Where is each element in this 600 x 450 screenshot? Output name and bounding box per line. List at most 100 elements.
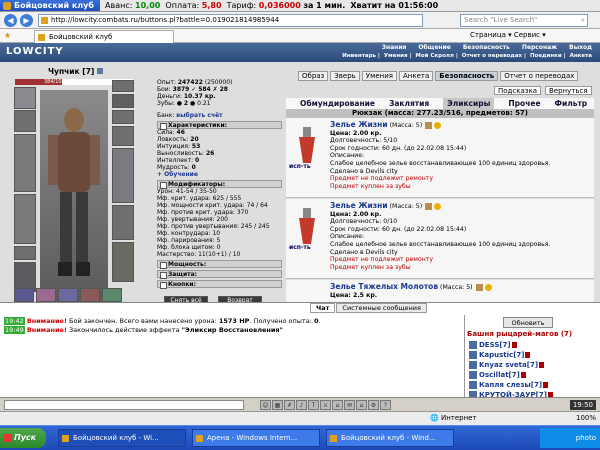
menu2-scroll[interactable]: Мой Скролл bbox=[415, 53, 454, 59]
cat-other[interactable]: Прочее bbox=[508, 98, 540, 109]
belt-slot[interactable] bbox=[14, 246, 36, 260]
helmet-slot[interactable] bbox=[14, 87, 36, 109]
forward-icon[interactable]: ▶ bbox=[20, 14, 33, 27]
ie-icon bbox=[330, 435, 337, 442]
menu-chat[interactable]: Общение bbox=[418, 44, 450, 51]
defense-header[interactable]: Защита: bbox=[157, 270, 282, 279]
necklace-slot[interactable] bbox=[112, 94, 134, 108]
tab-transfers[interactable]: Отчет о переводах bbox=[500, 71, 579, 81]
item-name[interactable]: Зелье Жизни bbox=[330, 120, 388, 129]
teeth-icon bbox=[484, 283, 492, 291]
back-icon[interactable]: ◀ bbox=[4, 14, 17, 27]
menu-knowledge[interactable]: Знания bbox=[382, 44, 407, 51]
power-header[interactable]: Мощность: bbox=[157, 260, 282, 269]
cat-equipment[interactable]: Обмундирование bbox=[300, 98, 375, 109]
start-button[interactable]: Пуск bbox=[0, 428, 46, 448]
tab-profile[interactable]: Анкета bbox=[399, 71, 434, 81]
item-name[interactable]: Зелье Жизни bbox=[330, 201, 388, 210]
map-icon[interactable]: ⌂ bbox=[332, 400, 343, 410]
cat-elixirs[interactable]: Эликсиры bbox=[443, 98, 495, 109]
refresh-button[interactable]: Обновить bbox=[503, 317, 553, 328]
taskbar-item[interactable]: Бойцовский клуб - Wi... bbox=[58, 429, 186, 447]
tarif-value: 0,036000 bbox=[258, 1, 301, 10]
armor-slot[interactable] bbox=[14, 194, 36, 244]
item-name[interactable]: Зелье Тяжелых Молотов bbox=[330, 282, 438, 291]
mod-row: Мф. парирования: 5 bbox=[157, 237, 221, 244]
weapon-right-slot[interactable] bbox=[112, 148, 134, 203]
earring-slot[interactable] bbox=[112, 80, 134, 92]
tab-security[interactable]: Безопасность bbox=[435, 71, 499, 81]
taskbar-item[interactable]: Арена - Windows Intern... bbox=[192, 429, 320, 447]
character-avatar bbox=[40, 90, 108, 305]
tab-chat[interactable]: Чат bbox=[310, 303, 336, 313]
menu2-inventory[interactable]: Инвентарь bbox=[342, 53, 376, 59]
room-players: Обновить Башня рыцарей-магов (7) DESS[7]… bbox=[464, 315, 598, 400]
tab-skills[interactable]: Умения bbox=[361, 71, 397, 81]
info-icon[interactable] bbox=[96, 68, 103, 74]
inv-slot-4[interactable] bbox=[80, 288, 100, 302]
clear-icon[interactable]: ✗ bbox=[284, 400, 295, 410]
inv-slot-3[interactable] bbox=[58, 288, 78, 302]
taskbar-item[interactable]: Бойцовский клуб - Wind... bbox=[326, 429, 454, 447]
browser-tab[interactable]: Бойцовский клуб bbox=[34, 30, 174, 43]
clan-icon bbox=[469, 341, 477, 349]
menu-security[interactable]: Безопасность bbox=[463, 44, 510, 51]
url-input[interactable]: http://lowcity.combats.ru/buttons.pl?bat… bbox=[38, 14, 423, 27]
menu2-skills[interactable]: Умения bbox=[384, 53, 408, 59]
buttons-header[interactable]: Кнопки: bbox=[157, 280, 282, 289]
potion-icon bbox=[299, 208, 315, 244]
chat-input[interactable] bbox=[4, 400, 244, 410]
hint-button[interactable]: Подсказка bbox=[494, 86, 541, 95]
favorites-star-icon[interactable]: ★ bbox=[4, 31, 11, 40]
tab-image[interactable]: Образ bbox=[298, 71, 329, 81]
ie-icon bbox=[196, 435, 203, 442]
gloves-slot[interactable] bbox=[112, 126, 134, 146]
menu2-fights[interactable]: Поединки bbox=[530, 53, 562, 59]
characteristics-header[interactable]: Характеристики: bbox=[157, 121, 282, 130]
zoom-level[interactable]: 100% bbox=[576, 414, 596, 422]
browser-tools[interactable]: Страница ▾ Сервис ▾ bbox=[470, 31, 546, 39]
menu2-profile[interactable]: Анкета bbox=[570, 53, 592, 59]
player-item[interactable]: Oscillat[7] bbox=[469, 371, 526, 379]
mod-row: Мф. против увертывания: 245 / 245 bbox=[157, 223, 270, 230]
use-item-button[interactable]: исп-ть bbox=[289, 163, 311, 170]
modifiers-header[interactable]: Модификаторы: bbox=[157, 180, 282, 189]
filter-icon[interactable]: ▦ bbox=[272, 400, 283, 410]
inv-slot-5[interactable] bbox=[102, 288, 122, 302]
ring-slot[interactable] bbox=[112, 110, 134, 124]
home-icon[interactable]: ⌂ bbox=[356, 400, 367, 410]
boots-slot[interactable] bbox=[112, 242, 134, 282]
player-item[interactable]: Kapustic[7] bbox=[469, 351, 531, 359]
oplata-value: 5,80 bbox=[201, 1, 222, 10]
use-item-button[interactable]: исп-ть bbox=[289, 244, 311, 251]
back-button[interactable]: Вернуться bbox=[545, 86, 592, 95]
menu-exit[interactable]: Выход bbox=[569, 44, 592, 51]
settings-icon[interactable]: ⚙ bbox=[368, 400, 379, 410]
cat-spells[interactable]: Заклятия bbox=[389, 98, 429, 109]
player-item[interactable]: Капля слезы[7] bbox=[469, 381, 549, 389]
training-link[interactable]: + Обучение bbox=[157, 171, 282, 178]
tab-pet[interactable]: Зверь bbox=[330, 71, 360, 81]
fight-icon[interactable]: ⚔ bbox=[320, 400, 331, 410]
menu-character[interactable]: Персонаж bbox=[522, 44, 557, 51]
mail-icon[interactable]: ✉ bbox=[344, 400, 355, 410]
translit-icon[interactable]: T bbox=[308, 400, 319, 410]
cat-filter[interactable]: Фильтр bbox=[555, 98, 588, 109]
inv-slot-1[interactable] bbox=[14, 288, 34, 302]
help-icon[interactable]: ? bbox=[380, 400, 391, 410]
search-input[interactable]: Search "Live Search" ⌕ bbox=[460, 14, 588, 27]
player-item[interactable]: DESS[7] bbox=[469, 341, 517, 349]
sound-icon[interactable]: ♪ bbox=[296, 400, 307, 410]
weapon-left-slot[interactable] bbox=[14, 134, 36, 192]
menu2-transfers[interactable]: Отчет о переводах bbox=[462, 53, 522, 59]
player-item[interactable]: Knyaz sveta[7] bbox=[469, 361, 545, 369]
stat-row: Интеллект: 0 bbox=[157, 157, 200, 164]
app-icon bbox=[3, 2, 11, 10]
smile-icon[interactable]: ☺ bbox=[260, 400, 271, 410]
bracer-slot[interactable] bbox=[14, 110, 36, 132]
inv-slot-2[interactable] bbox=[36, 288, 56, 302]
search-icon[interactable]: ⌕ bbox=[581, 15, 585, 26]
shield-slot[interactable] bbox=[112, 205, 134, 240]
tab-system-messages[interactable]: Системные сообщения bbox=[336, 303, 427, 313]
bank-link[interactable]: выбрать счёт bbox=[176, 112, 222, 119]
